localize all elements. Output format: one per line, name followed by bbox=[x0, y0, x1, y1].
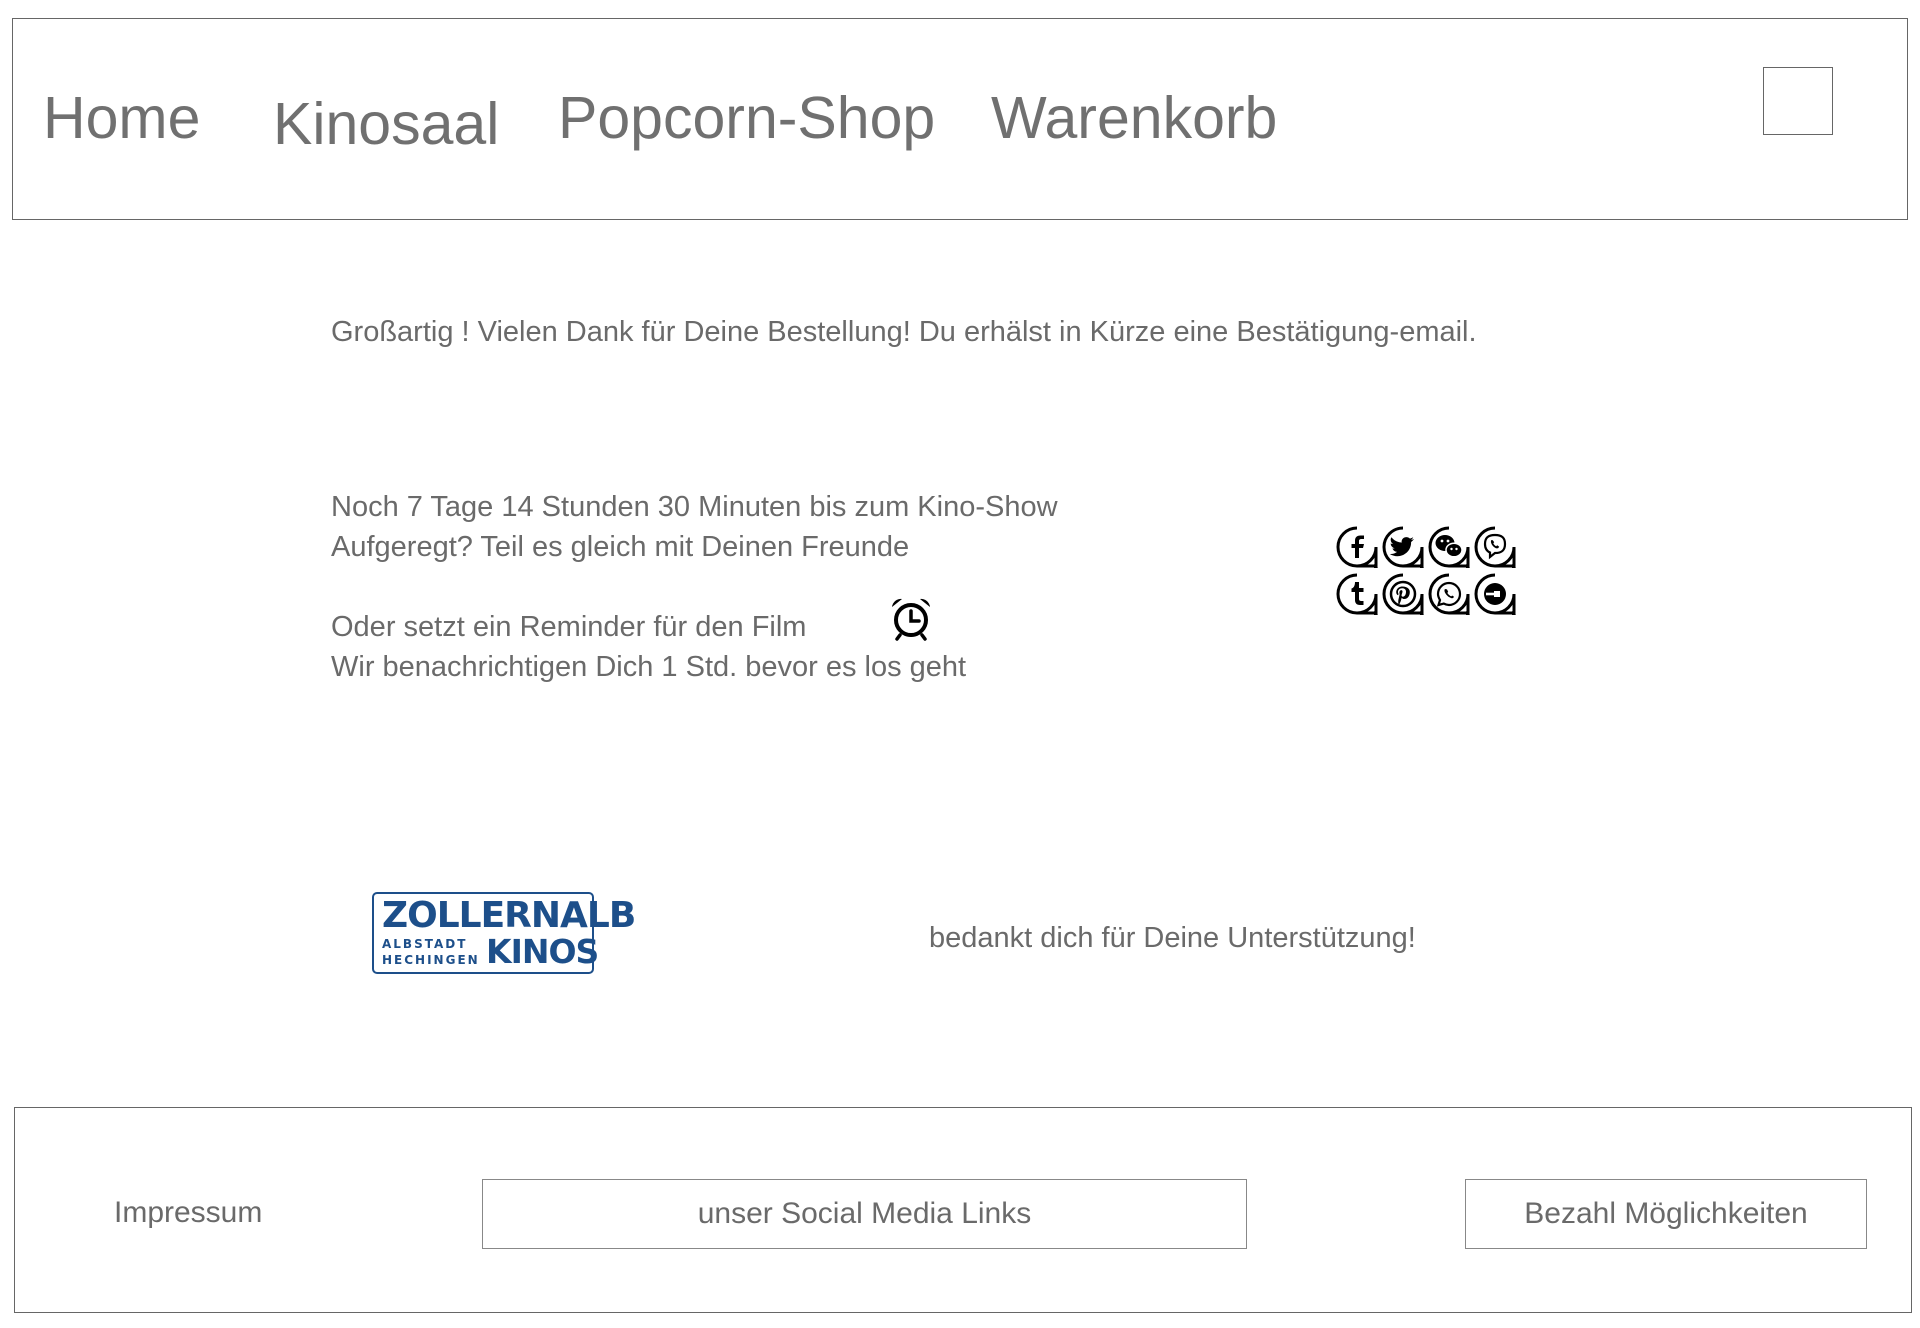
pinterest-icon[interactable] bbox=[1381, 572, 1425, 616]
header-icon-placeholder[interactable] bbox=[1763, 67, 1833, 135]
reminder-prompt-text: Oder setzt ein Reminder für den Film bbox=[331, 611, 807, 643]
zollernalb-kinos-logo: ZOLLERNALB ALBSTADT HECHINGEN KINOS bbox=[372, 892, 636, 974]
confirmation-message: Großartig ! Vielen Dank für Deine Bestel… bbox=[331, 316, 1477, 348]
alarm-clock-icon[interactable] bbox=[888, 595, 934, 641]
nav-warenkorb[interactable]: Warenkorb bbox=[991, 83, 1277, 154]
facebook-icon[interactable] bbox=[1335, 525, 1379, 569]
uber-icon[interactable] bbox=[1473, 572, 1517, 616]
nav-popcorn-shop[interactable]: Popcorn-Shop bbox=[558, 83, 935, 154]
footer-payment-options[interactable]: Bezahl Möglichkeiten bbox=[1465, 1179, 1867, 1249]
viber-icon[interactable] bbox=[1473, 525, 1517, 569]
logo-text-albstadt: ALBSTADT bbox=[382, 937, 468, 951]
twitter-icon[interactable] bbox=[1381, 525, 1425, 569]
logo-text-hechingen: HECHINGEN bbox=[382, 953, 480, 967]
reminder-info-text: Wir benachrichtigen Dich 1 Std. bevor es… bbox=[331, 651, 967, 683]
footer-impressum-link[interactable]: Impressum bbox=[114, 1196, 262, 1230]
share-prompt-text: Aufgeregt? Teil es gleich mit Deinen Fre… bbox=[331, 531, 910, 563]
footer-social-media-links[interactable]: unser Social Media Links bbox=[482, 1179, 1247, 1249]
thanks-message: bedankt dich für Deine Unterstützung! bbox=[929, 922, 1416, 954]
nav-home[interactable]: Home bbox=[43, 83, 200, 154]
header-navbar: Home Kinosaal Popcorn-Shop Warenkorb bbox=[12, 18, 1908, 220]
tumblr-icon[interactable] bbox=[1335, 572, 1379, 616]
nav-kinosaal[interactable]: Kinosaal bbox=[273, 89, 499, 160]
whatsapp-icon[interactable] bbox=[1427, 572, 1471, 616]
logo-text-kinos: KINOS bbox=[486, 932, 599, 971]
countdown-text: Noch 7 Tage 14 Stunden 30 Minuten bis zu… bbox=[331, 491, 1058, 523]
wechat-icon[interactable] bbox=[1427, 525, 1471, 569]
